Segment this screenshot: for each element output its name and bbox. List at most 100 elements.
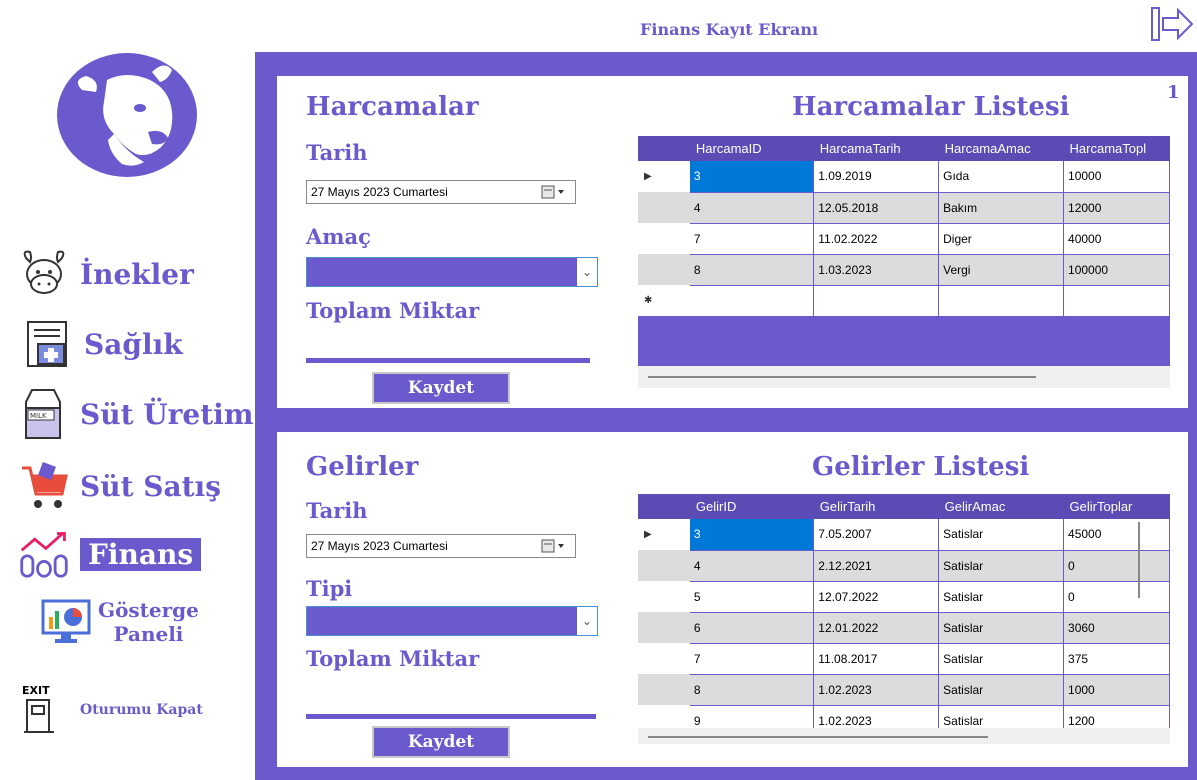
table-cell[interactable]: 3 <box>689 519 815 551</box>
table-row[interactable]: 4 12.05.2018 Bakım 12000 <box>638 192 1170 224</box>
sidebar-item-health[interactable]: Sağlık <box>22 318 183 370</box>
chevron-down-icon[interactable]: ⌄ <box>577 607 597 635</box>
table-row[interactable]: 6 12.01.2022 Satislar 3060 <box>638 612 1170 644</box>
table-cell[interactable]: 12000 <box>1063 192 1170 224</box>
table-cell[interactable]: Satislar <box>938 674 1065 706</box>
table-cell[interactable]: Diger <box>938 223 1065 255</box>
column-header[interactable]: HarcamaAmac <box>938 136 1064 161</box>
income-grid[interactable]: GelirID GelirTarih GelirAmac GelirToplar… <box>638 494 1170 744</box>
column-header[interactable]: GelirToplar <box>1063 494 1170 519</box>
table-cell[interactable]: 4 <box>689 550 815 582</box>
chevron-down-icon[interactable]: ⌄ <box>577 258 597 286</box>
table-cell[interactable] <box>938 285 1065 317</box>
income-date-picker[interactable]: 27 Mayıs 2023 Cumartesi <box>306 534 576 558</box>
shopping-cart-icon <box>18 460 70 512</box>
vertical-scrollbar[interactable] <box>1138 522 1140 598</box>
table-cell[interactable]: Bakım <box>938 192 1065 224</box>
column-header[interactable]: HarcamaTopl <box>1063 136 1170 161</box>
column-header[interactable]: HarcamaID <box>689 136 814 161</box>
horizontal-scrollbar[interactable] <box>638 366 1170 388</box>
table-cell[interactable]: 10000 <box>1063 161 1170 193</box>
table-cell[interactable]: 7 <box>689 643 815 675</box>
table-cell[interactable]: 3060 <box>1063 612 1170 644</box>
table-cell[interactable]: 6 <box>689 612 815 644</box>
table-cell[interactable]: 11.02.2022 <box>813 223 940 255</box>
table-cell[interactable]: 8 <box>689 674 815 706</box>
table-cell[interactable]: Satislar <box>938 519 1065 551</box>
sidebar-item-dashboard[interactable]: Gösterge Paneli <box>40 596 199 648</box>
sidebar-item-milk-production[interactable]: MILK Süt Üretim <box>18 388 253 440</box>
table-cell[interactable]: Satislar <box>938 581 1065 613</box>
table-cell[interactable] <box>813 285 940 317</box>
table-cell[interactable] <box>1063 285 1170 317</box>
table-cell[interactable]: 375 <box>1063 643 1170 675</box>
table-cell[interactable]: Satislar <box>938 643 1065 675</box>
table-cell[interactable]: 12.07.2022 <box>813 581 940 613</box>
expenses-total-input[interactable] <box>306 358 590 363</box>
table-cell[interactable]: 7.05.2007 <box>813 519 940 551</box>
sidebar-item-milk-sales[interactable]: Süt Satış <box>18 460 221 512</box>
table-cell[interactable]: 1.02.2023 <box>813 674 940 706</box>
table-cell[interactable]: 3 <box>689 161 815 193</box>
table-cell[interactable]: 0 <box>1063 550 1170 582</box>
income-save-button[interactable]: Kaydet <box>372 726 510 758</box>
table-cell[interactable]: Vergi <box>938 254 1065 286</box>
table-cell[interactable]: Satislar <box>938 550 1065 582</box>
row-header[interactable] <box>638 550 690 581</box>
table-cell[interactable]: 0 <box>1063 581 1170 613</box>
expenses-save-button[interactable]: Kaydet <box>372 372 510 404</box>
table-cell[interactable]: 40000 <box>1063 223 1170 255</box>
table-cell[interactable]: 8 <box>689 254 815 286</box>
table-cell[interactable]: 12.01.2022 <box>813 612 940 644</box>
expenses-date-picker[interactable]: 27 Mayıs 2023 Cumartesi <box>306 180 576 204</box>
table-cell[interactable]: 11.08.2017 <box>813 643 940 675</box>
new-row[interactable]: ✱ <box>638 285 1170 317</box>
table-cell[interactable]: 7 <box>689 223 815 255</box>
table-cell[interactable]: 100000 <box>1063 254 1170 286</box>
table-cell[interactable]: 1.03.2023 <box>813 254 940 286</box>
svg-text:MILK: MILK <box>30 412 47 420</box>
row-header[interactable] <box>638 581 690 612</box>
row-header[interactable] <box>638 254 690 285</box>
table-cell[interactable]: 1000 <box>1063 674 1170 706</box>
row-header[interactable] <box>638 192 690 223</box>
table-cell[interactable]: 2.12.2021 <box>813 550 940 582</box>
calendar-dropdown-icon[interactable] <box>541 539 567 553</box>
row-header[interactable] <box>638 223 690 254</box>
column-header[interactable]: GelirID <box>689 494 814 519</box>
table-row[interactable]: 8 1.03.2023 Vergi 100000 <box>638 254 1170 286</box>
table-row[interactable]: 8 1.02.2023 Satislar 1000 <box>638 674 1170 706</box>
column-header[interactable]: GelirTarih <box>813 494 939 519</box>
calendar-dropdown-icon[interactable] <box>541 185 567 199</box>
sidebar-item-logout[interactable]: EXIT Oturumu Kapat <box>22 684 203 736</box>
column-header[interactable]: GelirAmac <box>938 494 1064 519</box>
scrollbar-thumb[interactable] <box>648 376 1036 378</box>
income-total-input[interactable] <box>306 714 596 719</box>
expenses-grid[interactable]: HarcamaID HarcamaTarih HarcamaAmac Harca… <box>638 136 1170 388</box>
table-cell[interactable]: Satislar <box>938 612 1065 644</box>
table-cell[interactable]: 12.05.2018 <box>813 192 940 224</box>
scrollbar-thumb[interactable] <box>648 736 988 738</box>
expenses-purpose-combo[interactable]: ⌄ <box>306 257 598 287</box>
sidebar-item-cows[interactable]: İnekler <box>18 248 194 300</box>
income-type-combo[interactable]: ⌄ <box>306 606 598 636</box>
table-row[interactable]: ▶ 3 7.05.2007 Satislar 45000 <box>638 519 1170 551</box>
table-cell[interactable]: 45000 <box>1063 519 1170 551</box>
exit-arrow-icon[interactable] <box>1150 6 1194 42</box>
column-header[interactable]: HarcamaTarih <box>813 136 939 161</box>
table-cell[interactable]: 5 <box>689 581 815 613</box>
table-cell[interactable]: 1.09.2019 <box>813 161 940 193</box>
table-row[interactable]: 5 12.07.2022 Satislar 0 <box>638 581 1170 613</box>
horizontal-scrollbar[interactable] <box>638 728 1170 744</box>
table-row[interactable]: 4 2.12.2021 Satislar 0 <box>638 550 1170 582</box>
table-row[interactable]: 7 11.02.2022 Diger 40000 <box>638 223 1170 255</box>
table-cell[interactable]: 4 <box>689 192 815 224</box>
table-row[interactable]: ▶ 3 1.09.2019 Gıda 10000 <box>638 161 1170 193</box>
table-cell[interactable]: Gıda <box>938 161 1065 193</box>
sidebar-item-finance[interactable]: Finans <box>18 528 202 580</box>
row-header[interactable] <box>638 643 690 674</box>
table-row[interactable]: 7 11.08.2017 Satislar 375 <box>638 643 1170 675</box>
row-header[interactable] <box>638 612 690 643</box>
row-header[interactable] <box>638 674 690 705</box>
table-cell[interactable] <box>689 285 815 317</box>
